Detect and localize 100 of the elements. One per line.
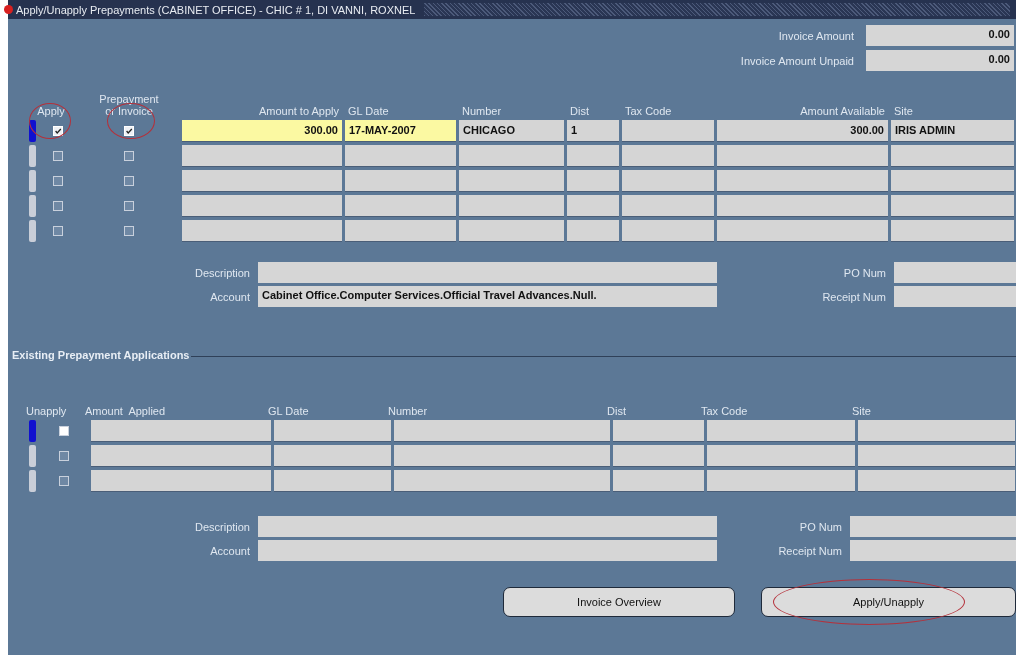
table-cell[interactable] [622,170,714,192]
table-cell[interactable] [891,220,1014,242]
amount-field[interactable]: 0.00 [866,50,1014,71]
column-header: Number [387,405,429,417]
checkbox[interactable] [124,176,134,186]
table-cell[interactable] [459,170,564,192]
checkbox[interactable] [58,451,69,461]
table-cell[interactable]: 300.00 [182,120,342,142]
table-cell[interactable] [345,195,456,217]
column-header: Site [851,405,872,417]
text-field[interactable] [894,262,1016,283]
checkbox[interactable] [52,176,63,186]
text-field[interactable] [258,262,717,283]
table-cell[interactable] [394,470,610,492]
table-cell[interactable] [274,470,391,492]
table-cell[interactable] [182,195,342,217]
table-cell[interactable] [567,220,619,242]
button[interactable]: Invoice Overview [503,587,735,617]
table-cell[interactable]: CHICAGO [459,120,564,142]
amount-field[interactable]: 0.00 [866,25,1014,46]
table-cell[interactable] [459,220,564,242]
checkbox[interactable] [124,201,134,211]
table-cell[interactable] [858,445,1015,467]
column-header: Dist [569,105,590,117]
table-cell[interactable] [182,220,342,242]
column-header: Unapply [25,405,68,417]
table-cell[interactable]: 1 [567,120,619,142]
field-label: Receipt Num [822,290,886,303]
table-cell[interactable] [345,220,456,242]
text-field[interactable] [894,286,1016,307]
table-cell[interactable] [707,470,855,492]
checkbox[interactable] [52,226,63,236]
checkbox[interactable] [124,151,134,161]
table-cell[interactable] [613,445,704,467]
table-cell[interactable] [891,170,1014,192]
section-title: Existing Prepayment Applications [11,349,190,361]
field-label: Account [209,544,250,557]
table-cell[interactable] [345,170,456,192]
field-label: Description [193,266,250,279]
table-cell[interactable] [622,195,714,217]
table-cell[interactable]: 17-MAY-2007 [345,120,456,142]
text-field[interactable] [850,516,1016,537]
table-cell[interactable] [707,445,855,467]
text-field[interactable]: Cabinet Office.Computer Services.Official Travel Advances.Null. [258,286,717,307]
column-header: GL Date [267,405,310,417]
table-cell[interactable] [567,170,619,192]
column-header: GL Date [347,105,390,117]
checkbox[interactable] [52,151,63,161]
table-cell[interactable] [717,170,888,192]
text-field[interactable] [258,516,717,537]
checkbox[interactable] [124,226,134,236]
column-header: Site [893,105,914,117]
table-cell[interactable] [459,195,564,217]
column-header: Apply [36,105,66,117]
table-cell[interactable] [274,420,391,442]
text-field[interactable] [850,540,1016,561]
table-cell[interactable] [91,470,271,492]
field-label: Description [193,520,250,533]
table-cell[interactable] [274,445,391,467]
table-cell[interactable] [622,145,714,167]
column-header: Tax Code [700,405,749,417]
table-cell[interactable]: 300.00 [717,120,888,142]
table-cell[interactable] [91,445,271,467]
table-cell[interactable] [459,145,564,167]
table-cell[interactable] [707,420,855,442]
column-header: Prepayment [98,93,160,105]
text-field[interactable] [258,540,717,561]
table-cell[interactable] [567,195,619,217]
column-header: Tax Code [624,105,673,117]
checkbox[interactable] [58,426,69,436]
table-cell[interactable] [182,145,342,167]
table-cell[interactable] [891,145,1014,167]
app-icon [4,5,13,14]
table-cell[interactable] [622,120,714,142]
column-header: Amount to Apply [257,105,340,117]
table-cell[interactable] [91,420,271,442]
field-label: Receipt Num [778,544,842,557]
table-cell[interactable] [567,145,619,167]
table-cell[interactable] [394,445,610,467]
table-cell[interactable] [717,220,888,242]
button[interactable]: Apply/Unapply [761,587,1016,617]
table-cell[interactable] [858,470,1015,492]
table-cell[interactable] [858,420,1015,442]
table-cell[interactable] [613,470,704,492]
column-header: Amount Applied [84,405,167,417]
table-cell[interactable] [891,195,1014,217]
table-cell[interactable] [622,220,714,242]
field-label: Invoice Amount [778,29,854,42]
table-cell[interactable]: IRIS ADMIN [891,120,1014,142]
table-cell[interactable] [394,420,610,442]
table-cell[interactable] [345,145,456,167]
column-header: Dist [606,405,627,417]
checkbox[interactable] [58,476,69,486]
table-cell[interactable] [182,170,342,192]
field-label: Account [209,290,250,303]
column-header: Amount Available [799,105,886,117]
table-cell[interactable] [613,420,704,442]
checkbox[interactable] [52,201,63,211]
table-cell[interactable] [717,145,888,167]
table-cell[interactable] [717,195,888,217]
